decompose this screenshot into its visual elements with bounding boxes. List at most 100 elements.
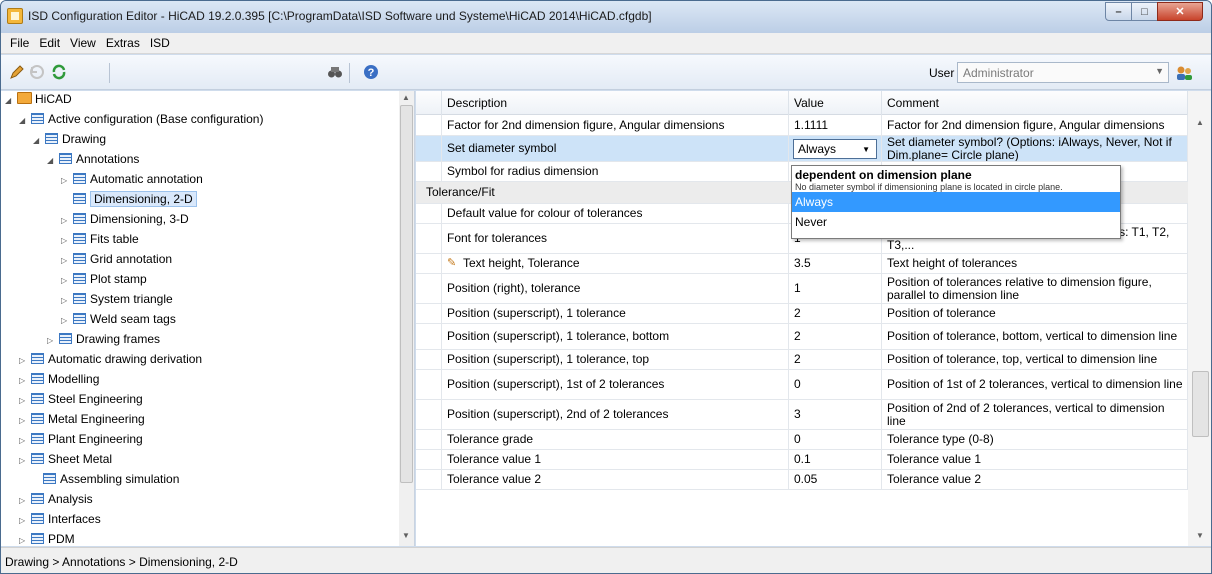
property-row[interactable]: Tolerance grade 0 Tolerance type (0-8) <box>416 430 1188 450</box>
undo-icon[interactable] <box>29 64 45 80</box>
column-header-description[interactable]: Description <box>442 91 789 115</box>
value-cell[interactable]: 2 <box>789 324 882 349</box>
value-cell[interactable]: 2 <box>789 350 882 369</box>
pencil-icon[interactable] <box>9 64 25 80</box>
dropdown-option-always[interactable]: Always <box>792 192 1120 212</box>
property-row[interactable]: Position (superscript), 1 tolerance, bot… <box>416 324 1188 350</box>
tree-item[interactable]: ▷ Metal Engineering <box>19 409 145 429</box>
property-row[interactable]: Factor for 2nd dimension figure, Angular… <box>416 115 1188 136</box>
tree-item[interactable]: ▷ Automatic annotation <box>61 169 203 189</box>
tree-item[interactable]: ◢ HiCAD <box>5 91 72 109</box>
scroll-down-icon[interactable]: ▼ <box>1196 531 1204 540</box>
property-row[interactable]: Tolerance value 2 0.05 Tolerance value 2 <box>416 470 1188 490</box>
value-cell[interactable]: 0.1 <box>789 450 882 469</box>
collapsed-arrow-icon[interactable]: ▷ <box>19 491 31 511</box>
close-button[interactable]: ✕ <box>1157 2 1203 21</box>
tree-item[interactable]: ▷ PDM <box>19 529 75 546</box>
tree-scrollbar[interactable]: ▲ ▼ <box>399 91 414 546</box>
minimize-button[interactable]: – <box>1105 2 1132 21</box>
collapsed-arrow-icon[interactable]: ▷ <box>19 531 31 546</box>
tree-item[interactable]: ◢ Drawing <box>33 129 106 149</box>
tree-item[interactable]: ▷ Automatic drawing derivation <box>19 349 202 369</box>
value-cell[interactable]: 0.05 <box>789 470 882 489</box>
tree-item[interactable]: ▷ Weld seam tags <box>61 309 176 329</box>
scroll-up-icon[interactable]: ▲ <box>1196 118 1204 127</box>
collapsed-arrow-icon[interactable]: ▷ <box>19 391 31 411</box>
tree-item[interactable]: ▷ Plant Engineering <box>19 429 143 449</box>
collapsed-arrow-icon[interactable]: ▷ <box>61 291 73 311</box>
menu-extras[interactable]: Extras <box>101 36 145 50</box>
property-row[interactable]: Position (superscript), 2nd of 2 toleran… <box>416 400 1188 430</box>
user-icon[interactable] <box>1175 65 1193 81</box>
collapsed-arrow-icon[interactable]: ▷ <box>61 171 73 191</box>
refresh-icon[interactable] <box>51 64 67 80</box>
property-row[interactable]: Tolerance value 1 0.1 Tolerance value 1 <box>416 450 1188 470</box>
collapsed-arrow-icon[interactable]: ▷ <box>61 271 73 291</box>
value-cell[interactable]: 1 <box>789 274 882 303</box>
dropdown-option-never[interactable]: Never <box>792 212 1120 232</box>
tree-scroll-thumb[interactable] <box>400 105 413 483</box>
grid-scroll-thumb[interactable] <box>1192 371 1209 437</box>
column-header-value[interactable]: Value <box>789 91 882 115</box>
table-icon <box>59 333 72 344</box>
value-cell[interactable]: 1.1111 <box>789 115 882 135</box>
menu-view[interactable]: View <box>65 36 101 50</box>
scroll-up-icon[interactable]: ▲ <box>402 93 410 102</box>
expanded-arrow-icon[interactable]: ◢ <box>5 91 17 111</box>
value-cell[interactable]: 3.5 <box>789 254 882 273</box>
tree-item-label: System triangle <box>90 292 173 306</box>
collapsed-arrow-icon[interactable]: ▷ <box>19 451 31 471</box>
collapsed-arrow-icon[interactable]: ▷ <box>19 411 31 431</box>
tree-item[interactable]: ▷ Steel Engineering <box>19 389 143 409</box>
property-row[interactable]: Position (right), tolerance 1 Position of … <box>416 274 1188 304</box>
collapsed-arrow-icon[interactable]: ▷ <box>19 351 31 371</box>
tree-item[interactable]: ◢ Active configuration (Base configuratio… <box>19 109 263 129</box>
property-row[interactable]: Position (superscript), 1 tolerance, top… <box>416 350 1188 370</box>
tree-item[interactable]: ▷ Modelling <box>19 369 99 389</box>
help-icon[interactable]: ? <box>363 64 379 80</box>
property-row[interactable]: Position (superscript), 1st of 2 toleran… <box>416 370 1188 400</box>
grid-scrollbar[interactable]: ▲ ▼ <box>1188 91 1211 546</box>
maximize-button[interactable]: □ <box>1131 2 1158 21</box>
tree-item[interactable]: ▷ Drawing frames <box>47 329 160 349</box>
tree-item[interactable]: Assembling simulation <box>43 469 179 489</box>
title-bar[interactable]: ISD Configuration Editor - HiCAD 19.2.0.… <box>1 1 1211 33</box>
description-text: Text height, Tolerance <box>463 256 580 270</box>
tree-item[interactable]: ▷ Plot stamp <box>61 269 147 289</box>
value-cell[interactable]: 2 <box>789 304 882 323</box>
collapsed-arrow-icon[interactable]: ▷ <box>19 431 31 451</box>
collapsed-arrow-icon[interactable]: ▷ <box>19 371 31 391</box>
tree-item[interactable]: ▷ Sheet Metal <box>19 449 112 469</box>
collapsed-arrow-icon[interactable]: ▷ <box>19 511 31 531</box>
expanded-arrow-icon[interactable]: ◢ <box>33 131 45 151</box>
scroll-down-icon[interactable]: ▼ <box>402 531 410 540</box>
tree-item[interactable]: ▷ Dimensioning, 3-D <box>61 209 189 229</box>
collapsed-arrow-icon[interactable]: ▷ <box>61 311 73 331</box>
expanded-arrow-icon[interactable]: ◢ <box>19 111 31 131</box>
tree-item[interactable]: ▷ Interfaces <box>19 509 101 529</box>
tree-item[interactable]: ▷ Fits table <box>61 229 139 249</box>
collapsed-arrow-icon[interactable]: ▷ <box>61 251 73 271</box>
collapsed-arrow-icon[interactable]: ▷ <box>47 331 59 351</box>
collapsed-arrow-icon[interactable]: ▷ <box>61 231 73 251</box>
column-header-comment[interactable]: Comment <box>882 91 1188 115</box>
collapsed-arrow-icon[interactable]: ▷ <box>61 211 73 231</box>
tree-item[interactable]: ▷ System triangle <box>61 289 173 309</box>
property-row[interactable]: ✎ Text height, Tolerance 3.5 Text height of… <box>416 254 1188 274</box>
tree-item[interactable]: ▷ Grid annotation <box>61 249 172 269</box>
value-cell[interactable]: 3 <box>789 400 882 429</box>
value-cell[interactable]: 0 <box>789 370 882 399</box>
user-combobox[interactable]: Administrator ▼ <box>957 62 1169 83</box>
diameter-symbol-combobox[interactable]: Always ▼ <box>793 139 877 159</box>
tree-item-label: Modelling <box>48 372 100 386</box>
tree-item[interactable]: ▷ Analysis <box>19 489 93 509</box>
binoculars-icon[interactable] <box>327 64 343 80</box>
property-row[interactable]: Position (superscript), 1 tolerance 2 Posi… <box>416 304 1188 324</box>
value-cell[interactable]: 0 <box>789 430 882 449</box>
expanded-arrow-icon[interactable]: ◢ <box>47 151 59 171</box>
tree-item[interactable]: ◢ Annotations <box>47 149 139 169</box>
menu-isd[interactable]: ISD <box>145 36 175 50</box>
menu-edit[interactable]: Edit <box>34 36 65 50</box>
menu-file[interactable]: File <box>5 36 34 50</box>
tree-item[interactable]: Dimensioning, 2-D <box>73 189 197 209</box>
